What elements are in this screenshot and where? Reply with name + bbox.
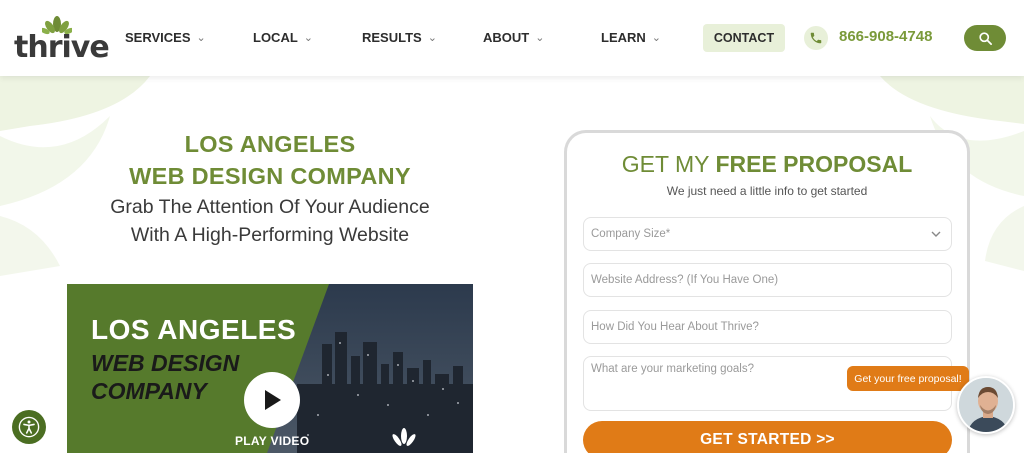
nav-about[interactable]: ABOUT ⌄ [483,30,544,45]
get-started-button[interactable]: GET STARTED >> [583,421,952,453]
chevron-down-icon: ⌄ [303,32,313,44]
nav-learn[interactable]: LEARN ⌄ [601,30,661,45]
chevron-down-icon: ⌄ [535,32,545,44]
chevron-down-icon: ⌄ [196,32,206,44]
heard-about-field[interactable]: How Did You Hear About Thrive? [583,310,952,344]
nav-label: LOCAL [253,30,298,45]
chevron-down-icon: ⌄ [427,32,437,44]
chevron-down-icon: ⌄ [651,32,661,44]
chat-agent-avatar[interactable] [957,376,1015,434]
accessibility-icon [18,416,40,438]
person-photo-icon [959,378,1013,432]
chevron-down-icon [931,231,941,237]
hero-title-line2: WEB DESIGN COMPANY [129,163,411,189]
search-button[interactable] [964,25,1006,51]
nav-label: ABOUT [483,30,530,45]
nav-results[interactable]: RESULTS ⌄ [362,30,437,45]
nav-local[interactable]: LOCAL ⌄ [253,30,313,45]
contact-button[interactable]: CONTACT [703,24,785,52]
nav-label: SERVICES [125,30,191,45]
accessibility-button[interactable] [12,410,46,444]
logo-text: thrive [14,30,110,65]
proposal-form: GET MY FREE PROPOSAL We just need a litt… [564,130,970,453]
nav-label: RESULTS [362,30,422,45]
play-button[interactable] [244,372,300,428]
video-title-line3: COMPANY [91,378,207,404]
video-title-line1: LOS ANGELES [91,314,297,345]
chat-prompt-bubble[interactable]: Get your free proposal! [847,366,969,391]
website-address-field[interactable]: Website Address? (If You Have One) [583,263,952,297]
thrive-logo[interactable]: thrive [14,16,110,65]
play-video-label[interactable]: PLAY VIDEO [235,434,309,448]
company-size-placeholder: Company Size* [591,228,671,240]
phone-number-link[interactable]: 866-908-4748 [839,28,932,45]
hero-subtitle-line2: With A High-Performing Website [130,224,410,246]
play-icon [265,390,281,410]
phone-icon[interactable] [804,26,828,50]
nav-services[interactable]: SERVICES ⌄ [125,30,206,45]
search-icon [978,31,992,45]
video-thumbnail[interactable]: LOS ANGELES WEB DESIGN COMPANY PLAY VIDE… [67,284,473,453]
form-title: GET MY FREE PROPOSAL [621,151,913,177]
form-subtitle: We just need a little info to get starte… [666,184,868,198]
video-title-line2: WEB DESIGN [91,350,240,376]
hero-title-line1: LOS ANGELES [184,131,356,157]
site-header: thrive SERVICES ⌄ LOCAL ⌄ RESULTS ⌄ ABOU… [0,0,1024,76]
nav-label: LEARN [601,30,646,45]
hero-subtitle-line1: Grab The Attention Of Your Audience [110,196,430,218]
company-size-select[interactable]: Company Size* [583,217,952,251]
